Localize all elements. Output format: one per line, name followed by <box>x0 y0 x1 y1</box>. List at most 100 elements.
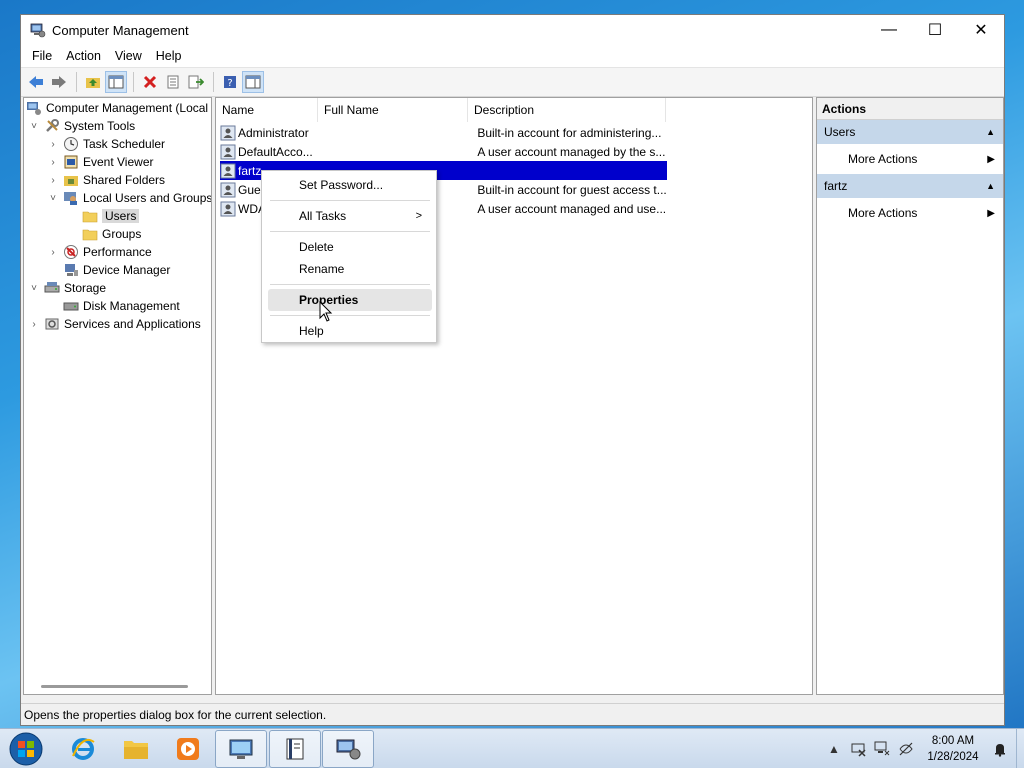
menu-item-all-tasks[interactable]: All Tasks > <box>268 205 432 227</box>
forward-button[interactable] <box>48 71 70 93</box>
taskbar-media-player[interactable] <box>162 730 214 768</box>
more-actions-fartz[interactable]: More Actions ▶ <box>817 198 1003 228</box>
actions-pane: Actions Users ▲ More Actions ▶ fartz ▲ M… <box>816 97 1004 695</box>
menu-action[interactable]: Action <box>59 49 108 63</box>
remote-desktop-icon <box>229 739 253 759</box>
tree-item-performance[interactable]: › Performance <box>47 243 152 261</box>
expanded-chevron-icon[interactable]: ˅ <box>28 283 40 294</box>
tree-item-local-users-and-groups[interactable]: ˅ Local Users and Groups <box>47 189 211 207</box>
start-button[interactable] <box>6 731 46 767</box>
volume-muted-icon[interactable] <box>894 737 918 761</box>
expanded-chevron-icon[interactable]: ˅ <box>47 193 59 204</box>
tree-item-groups[interactable]: Groups <box>82 225 141 243</box>
status-bar: Opens the properties dialog box for the … <box>21 703 1004 725</box>
windows-orb-icon <box>9 732 43 766</box>
internet-explorer-icon <box>72 738 95 760</box>
maximize-button[interactable]: ☐ <box>912 15 958 45</box>
menu-item-set-password[interactable]: Set Password... <box>268 174 432 196</box>
action-label: More Actions <box>848 152 918 166</box>
taskbar-document-app[interactable] <box>269 730 321 768</box>
back-button[interactable] <box>25 71 47 93</box>
tree-item-label: Shared Folders <box>83 173 166 187</box>
user-account-icon <box>220 163 236 179</box>
up-one-level-button[interactable] <box>82 71 104 93</box>
user-account-icon <box>220 201 236 217</box>
notification-bell-icon[interactable] <box>988 737 1012 761</box>
collapsed-chevron-icon[interactable]: › <box>47 175 59 186</box>
export-list-button[interactable] <box>185 71 207 93</box>
users-icon <box>63 190 79 206</box>
help-button[interactable]: ? <box>219 71 241 93</box>
tree-item-services-and-applications[interactable]: › Services and Applications <box>28 315 200 333</box>
collapsed-chevron-icon[interactable]: › <box>28 319 40 330</box>
menu-item-properties[interactable]: Properties <box>268 289 432 311</box>
properties-button[interactable] <box>162 71 184 93</box>
column-header-name[interactable]: Name <box>216 98 318 122</box>
more-actions-users[interactable]: More Actions ▶ <box>817 144 1003 174</box>
network-icon[interactable] <box>870 737 894 761</box>
tree-item-storage[interactable]: ˅ Storage <box>28 279 106 297</box>
actions-section-users[interactable]: Users ▲ <box>817 120 1003 144</box>
column-header-description[interactable]: Description <box>468 98 666 122</box>
collapsed-chevron-icon[interactable]: › <box>47 139 59 150</box>
show-hide-action-pane-button[interactable] <box>242 71 264 93</box>
tree-item-computer-management[interactable]: Computer Management (Local <box>26 99 208 117</box>
user-row[interactable]: Administrator Built-in account for admin… <box>220 123 667 142</box>
computer-management-icon <box>26 100 42 116</box>
tree-item-event-viewer[interactable]: › Event Viewer <box>47 153 153 171</box>
tree-item-device-manager[interactable]: Device Manager <box>63 261 170 279</box>
user-description: A user account managed by the s... <box>477 144 666 159</box>
actions-section-fartz[interactable]: fartz ▲ <box>817 174 1003 198</box>
show-desktop-button[interactable] <box>1016 729 1024 768</box>
show-hide-console-tree-button[interactable] <box>105 71 127 93</box>
taskbar-computer-management[interactable] <box>322 730 374 768</box>
tree-item-task-scheduler[interactable]: › Task Scheduler <box>47 135 165 153</box>
tree-item-label: Computer Management (Local <box>46 101 209 115</box>
clock[interactable]: 8:00 AM 1/28/2024 <box>918 733 988 765</box>
menu-item-rename[interactable]: Rename <box>268 258 432 280</box>
action-pane-icon <box>245 75 261 89</box>
toolbar: ? <box>21 67 1004 97</box>
title-bar[interactable]: Computer Management — ☐ ✕ <box>21 15 1004 45</box>
tree-item-system-tools[interactable]: ˅ System Tools <box>28 117 135 135</box>
collapsed-chevron-icon[interactable]: › <box>47 247 59 258</box>
help-icon: ? <box>224 76 236 89</box>
context-menu: Set Password... All Tasks > Delete Renam… <box>261 170 437 343</box>
menu-view[interactable]: View <box>108 49 149 63</box>
menu-help[interactable]: Help <box>149 49 189 63</box>
action-center-icon[interactable] <box>846 737 870 761</box>
actions-header: Actions <box>817 98 1003 120</box>
computer-management-icon <box>336 739 361 760</box>
menu-file[interactable]: File <box>25 49 59 63</box>
media-player-icon <box>177 738 199 760</box>
menu-item-delete[interactable]: Delete <box>268 236 432 258</box>
column-header-full-name[interactable]: Full Name <box>318 98 468 122</box>
user-row[interactable]: DefaultAcco... A user account managed by… <box>220 142 667 161</box>
event-viewer-icon <box>63 154 79 170</box>
taskbar-remote-desktop[interactable] <box>215 730 267 768</box>
menu-item-label: Rename <box>299 262 345 276</box>
user-description: Built-in account for guest access t... <box>477 182 667 197</box>
device-manager-icon <box>63 262 79 278</box>
section-title: Users <box>824 125 856 139</box>
taskbar-file-explorer[interactable] <box>110 730 162 768</box>
taskbar-internet-explorer[interactable] <box>57 730 109 768</box>
menu-item-help[interactable]: Help <box>268 320 432 342</box>
user-name: DefaultAcco... <box>238 144 313 159</box>
tree-item-label: Disk Management <box>83 299 180 313</box>
tree-item-users[interactable]: Users <box>82 207 140 225</box>
tree-item-disk-management[interactable]: Disk Management <box>63 297 180 315</box>
tree-item-label: Task Scheduler <box>83 137 166 151</box>
menu-item-label: Help <box>299 324 324 338</box>
close-button[interactable]: ✕ <box>958 15 1004 45</box>
expanded-chevron-icon[interactable]: ˅ <box>28 121 40 132</box>
collapse-triangle-icon[interactable]: ▲ <box>986 181 995 191</box>
horizontal-scrollbar[interactable] <box>41 685 188 688</box>
collapsed-chevron-icon[interactable]: › <box>47 157 59 168</box>
delete-button[interactable] <box>139 71 161 93</box>
tree-item-shared-folders[interactable]: › Shared Folders <box>47 171 165 189</box>
collapse-triangle-icon[interactable]: ▲ <box>986 127 995 137</box>
show-hidden-icons-button[interactable]: ▲ <box>822 737 846 761</box>
minimize-button[interactable]: — <box>866 15 912 45</box>
tree-item-label: Device Manager <box>83 263 171 277</box>
